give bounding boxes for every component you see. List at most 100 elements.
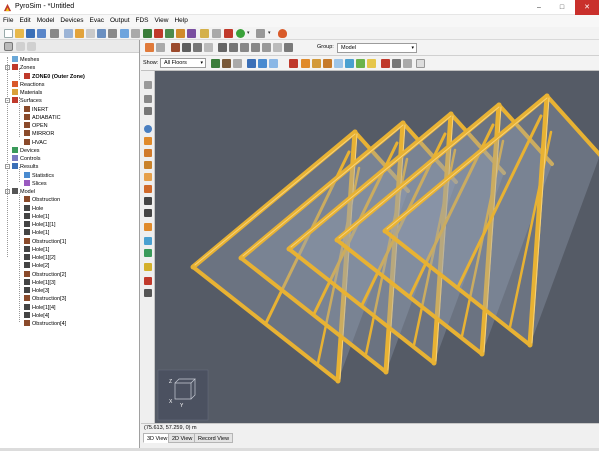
menu-model[interactable]: Model [34,15,58,27]
pan-icon[interactable] [240,43,249,52]
tree-item[interactable]: Controls [12,155,40,163]
rotate-icon[interactable] [154,29,163,38]
tree-item[interactable]: Obstruction [24,196,60,204]
tree-item[interactable]: INERT [24,105,48,114]
tree-item[interactable]: Devices [12,146,40,155]
tree-item[interactable]: Hole[1][3] [24,278,56,287]
tree-item[interactable]: − Results [5,163,38,171]
mesh-icon[interactable] [356,59,365,68]
tree-item[interactable]: Obstruction[3] [24,295,66,303]
filter-icon[interactable] [120,29,129,38]
3d-viewport[interactable]: Z X Y [155,71,599,423]
delete-icon[interactable] [97,29,106,38]
wall-tool-icon[interactable] [144,149,152,157]
measure-tool-icon[interactable] [144,277,152,285]
select-icon[interactable] [218,43,227,52]
tree-item[interactable]: Hole[1][4] [24,303,56,312]
delete-icon[interactable] [224,29,233,38]
snap-icon[interactable] [233,59,242,68]
tree-item[interactable]: Hole[1][1] [24,221,56,229]
tree-item[interactable]: Reactions [12,80,44,89]
close-button[interactable]: ✕ [575,0,599,15]
tree-item[interactable]: − Model [5,188,35,196]
render-solid-icon[interactable] [171,43,180,52]
grid-icon[interactable] [212,29,221,38]
gear-icon[interactable] [4,42,13,51]
tree-item[interactable]: Materials [12,89,42,97]
vent-tool-icon[interactable] [144,209,152,217]
render-wire-icon[interactable] [193,43,202,52]
menu-file[interactable]: File [0,15,16,27]
cut-icon[interactable] [64,29,73,38]
device-tool-icon[interactable] [144,249,152,257]
hole-icon[interactable] [334,59,343,68]
shape-icon[interactable] [27,42,36,51]
view-3d-icon[interactable] [145,43,154,52]
floor-select[interactable]: All Floors ▾ [160,58,206,68]
view-front-icon[interactable] [247,59,256,68]
sprinkler-tool-icon[interactable] [144,263,152,271]
tab-2d-view[interactable]: 2D View [168,433,197,443]
block-tool-icon[interactable] [144,161,152,169]
tree-item[interactable]: Slices [24,179,47,188]
tree-item[interactable]: ZONE0 (Outer Zone) [24,72,85,81]
tree-item[interactable]: Obstruction[1] [24,237,66,246]
hole-tool-icon[interactable] [144,197,152,205]
open-icon[interactable] [15,29,24,38]
sprinkler-icon[interactable] [367,59,376,68]
maximize-button[interactable]: □ [551,0,573,15]
scale-icon[interactable] [187,29,196,38]
tree-item[interactable]: ADIABATIC [24,113,61,122]
zoom-icon[interactable] [251,43,260,52]
block-icon[interactable] [312,59,321,68]
copy-move-icon[interactable] [165,29,174,38]
obstruction-tool-icon[interactable] [144,185,152,193]
tree-item[interactable]: Meshes [12,56,39,64]
shape-icon[interactable] [16,42,25,51]
orbit-icon[interactable] [229,43,238,52]
minimize-button[interactable]: – [528,0,550,15]
walk-icon[interactable] [284,43,293,52]
menu-help[interactable]: Help [171,15,190,27]
view-2d-icon[interactable] [156,43,165,52]
tree-item[interactable]: Statistics [24,171,54,180]
dropdown-icon[interactable]: ▾ [247,29,252,38]
print-icon[interactable] [50,29,59,38]
menu-evac[interactable]: Evac [87,15,107,27]
tree-item[interactable]: Hole[1] [24,229,49,237]
annotation-icon[interactable] [416,59,425,68]
tree-item[interactable]: Obstruction[2] [24,270,66,279]
menu-edit[interactable]: Edit [16,15,33,27]
grid-icon[interactable] [131,29,140,38]
move-icon[interactable] [143,29,152,38]
run-settings-icon[interactable] [200,29,209,38]
group-select[interactable]: Model ▾ [337,43,417,53]
tree-item[interactable]: Hole[1] [24,245,49,254]
probe-icon[interactable] [392,59,401,68]
background-image-icon[interactable] [222,59,231,68]
render-outline-icon[interactable] [182,43,191,52]
menu-view[interactable]: View [152,15,172,27]
tree-item[interactable]: OPEN [24,122,48,130]
tree-item[interactable]: Hole[4] [24,311,49,320]
stop-icon[interactable] [256,29,265,38]
eyedropper-tool-icon[interactable] [144,289,152,297]
run-icon[interactable] [236,29,245,38]
door-tool-icon[interactable] [144,237,152,245]
orbit-tool-icon[interactable] [144,107,152,115]
view-top-icon[interactable] [269,59,278,68]
text-icon[interactable] [403,59,412,68]
tree-item[interactable]: Hole[1][2] [24,254,56,262]
new-icon[interactable] [4,29,13,38]
wall-icon[interactable] [301,59,310,68]
menu-fds[interactable]: FDS [133,15,152,27]
tree-item[interactable]: Obstruction[4] [24,320,66,328]
select-tool-icon[interactable] [144,81,152,89]
pencil-icon[interactable] [289,59,298,68]
tree-item[interactable]: HVAC [24,138,47,147]
tree-item[interactable]: Hole[2] [24,262,49,270]
paste-icon[interactable] [86,29,95,38]
render-hidden-icon[interactable] [204,43,213,52]
tree-item[interactable]: Hole[1] [24,212,49,221]
fit-icon[interactable] [262,43,271,52]
